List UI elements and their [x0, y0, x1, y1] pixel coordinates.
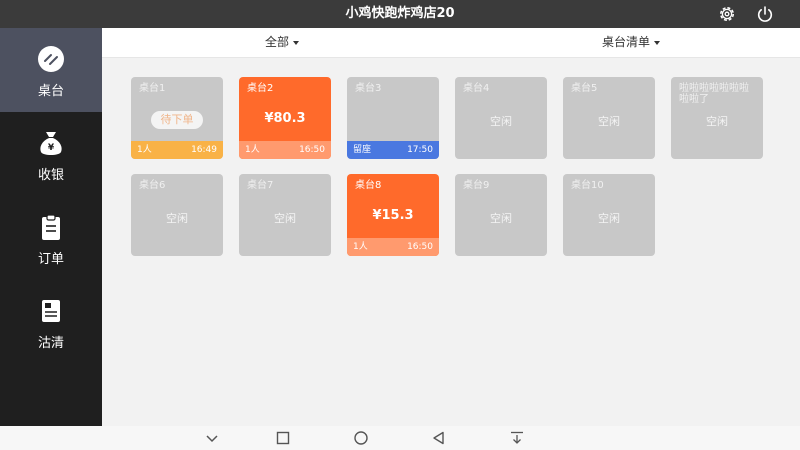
sidebar-item-label: 桌台 [37, 84, 64, 99]
title-bar: 小鸡快跑炸鸡店20 [0, 0, 800, 28]
sidebar-item-label: 沽清 [37, 336, 64, 351]
table-list-dropdown[interactable]: 桌台清单 [602, 28, 661, 57]
table-name: 桌台1 [139, 83, 166, 94]
svg-text:¥: ¥ [48, 143, 55, 153]
table-name: 桌台4 [463, 83, 490, 94]
table-card-10[interactable]: 桌台10 空闲 [563, 174, 655, 256]
caret-down-icon [293, 40, 300, 45]
table-card-3[interactable]: 桌台3 留座 17:50 [347, 77, 439, 159]
caret-down-icon [654, 40, 661, 45]
table-name: 啦啦啦啦啦啦啦啦啦了 [679, 83, 749, 105]
table-card-9[interactable]: 桌台9 空闲 [455, 174, 547, 256]
table-name: 桌台10 [571, 180, 604, 191]
money-bag-icon: ¥ [40, 132, 62, 155]
notification-pulldown-icon[interactable] [509, 430, 525, 446]
sidebar-item-cashier[interactable]: ¥ 收银 [0, 112, 102, 196]
table-footer: 1人 16:49 [131, 141, 223, 159]
table-card-2[interactable]: 桌台2 ¥80.3 1人 16:50 [239, 77, 331, 159]
table-amount: ¥80.3 [264, 111, 306, 126]
idle-status: 空闲 [166, 212, 188, 225]
table-card-5[interactable]: 桌台5 空闲 [563, 77, 655, 159]
table-footer: 留座 17:50 [347, 141, 439, 159]
power-icon[interactable] [755, 4, 775, 24]
people-count: 1人 [137, 145, 152, 155]
reserved-label: 留座 [353, 145, 372, 155]
clipboard-icon [42, 214, 60, 240]
table-card-6[interactable]: 桌台6 空闲 [131, 174, 223, 256]
idle-status: 空闲 [490, 115, 512, 128]
table-footer: 1人 16:50 [347, 238, 439, 256]
home-icon[interactable] [353, 430, 369, 446]
sidebar-item-tables[interactable]: 桌台 [0, 28, 102, 112]
table-name: 桌台8 [355, 180, 382, 191]
table-time: 16:50 [407, 242, 433, 252]
system-nav-bar [0, 426, 800, 450]
back-icon[interactable] [431, 430, 447, 446]
idle-status: 空闲 [598, 212, 620, 225]
idle-status: 空闲 [274, 212, 296, 225]
app-title: 小鸡快跑炸鸡店20 [345, 6, 455, 21]
table-name: 桌台9 [463, 180, 490, 191]
recent-apps-icon[interactable] [275, 430, 291, 446]
table-icon [38, 46, 64, 72]
table-name: 桌台3 [355, 83, 382, 94]
sidebar-item-soldout[interactable]: 沽清 [0, 280, 102, 364]
chevron-down-icon[interactable] [204, 430, 220, 446]
sidebar-item-label: 订单 [37, 252, 64, 267]
idle-status: 空闲 [598, 115, 620, 128]
idle-status: 空闲 [706, 115, 728, 128]
table-list-label: 桌台清单 [602, 35, 651, 49]
table-name: 桌台6 [139, 180, 166, 191]
table-card-7[interactable]: 桌台7 空闲 [239, 174, 331, 256]
people-count: 1人 [245, 145, 260, 155]
table-card-1[interactable]: 桌台1 待下单 1人 16:49 [131, 77, 223, 159]
area-filter-dropdown[interactable]: 全部 [265, 28, 300, 57]
gear-icon[interactable] [717, 4, 737, 24]
table-card-8[interactable]: 桌台8 ¥15.3 1人 16:50 [347, 174, 439, 256]
sidebar-item-label: 收银 [37, 168, 64, 183]
table-amount: ¥15.3 [372, 208, 414, 223]
table-card-4[interactable]: 桌台4 空闲 [455, 77, 547, 159]
table-card-long-name[interactable]: 啦啦啦啦啦啦啦啦啦了 空闲 [671, 77, 763, 159]
sidebar: 桌台 ¥ 收银 订单 沽清 [0, 28, 102, 426]
filter-bar: 全部 桌台清单 [102, 28, 800, 58]
table-time: 16:49 [191, 145, 217, 155]
table-name: 桌台5 [571, 83, 598, 94]
table-footer: 1人 16:50 [239, 141, 331, 159]
pending-order-badge: 待下单 [151, 111, 203, 129]
table-time: 17:50 [407, 145, 433, 155]
area-filter-label: 全部 [265, 35, 290, 49]
idle-status: 空闲 [490, 212, 512, 225]
list-icon [42, 300, 60, 322]
table-name: 桌台2 [247, 83, 274, 94]
people-count: 1人 [353, 242, 368, 252]
table-time: 16:50 [299, 145, 325, 155]
sidebar-item-orders[interactable]: 订单 [0, 196, 102, 280]
table-name: 桌台7 [247, 180, 274, 191]
